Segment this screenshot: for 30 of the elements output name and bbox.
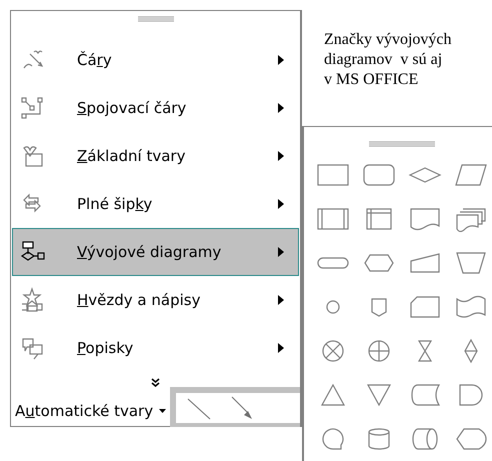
trapezoid-icon[interactable] bbox=[454, 250, 488, 276]
submenu-arrow-icon bbox=[278, 103, 284, 113]
display-shape-icon[interactable] bbox=[454, 426, 488, 452]
menu-item[interactable]: Plné šipky bbox=[12, 180, 299, 228]
connector-lines-icon bbox=[19, 95, 45, 121]
rounded-rectangle-icon[interactable] bbox=[362, 162, 396, 188]
note-text: Značky vývojových diagramov v sú aj v MS OFFICE bbox=[323, 30, 453, 90]
star-banner-icon bbox=[19, 287, 45, 313]
document-icon[interactable] bbox=[408, 206, 442, 232]
grip-handle-icon[interactable] bbox=[138, 16, 174, 22]
parallelogram-icon[interactable] bbox=[454, 162, 488, 188]
submenu-arrow-icon bbox=[278, 343, 284, 353]
menu-item[interactable]: Popisky bbox=[12, 324, 299, 372]
menu-item[interactable]: Základní tvary bbox=[12, 132, 299, 180]
grip-handle-icon[interactable] bbox=[369, 141, 435, 147]
submenu-arrow-icon bbox=[278, 199, 284, 209]
menu-item[interactable]: Spojovací čáry bbox=[12, 84, 299, 132]
submenu-arrow-icon bbox=[278, 151, 284, 161]
rectangle-icon[interactable] bbox=[316, 162, 350, 188]
submenu-arrow-icon bbox=[278, 247, 284, 257]
submenu-arrow-icon bbox=[278, 295, 284, 305]
wavy-flag-icon[interactable] bbox=[454, 294, 488, 320]
expand-chevron-icon[interactable] bbox=[151, 378, 160, 387]
menu-item[interactable]: Vývojové diagramy bbox=[12, 228, 299, 276]
double-bordered-rectangle-icon[interactable] bbox=[316, 206, 350, 232]
multiple-documents-icon[interactable] bbox=[454, 206, 488, 232]
caret-icon bbox=[159, 409, 166, 413]
menu-item[interactable]: Hvězdy a nápisy bbox=[12, 276, 299, 324]
submenu-arrow-icon bbox=[278, 55, 284, 65]
menu-item[interactable]: Čáry bbox=[12, 36, 299, 84]
